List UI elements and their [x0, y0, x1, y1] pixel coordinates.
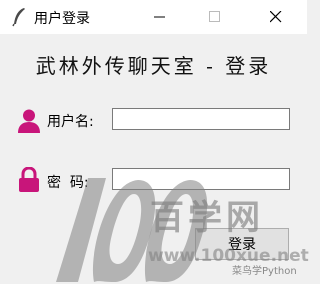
password-field[interactable] — [112, 168, 290, 190]
title-bar[interactable]: 用户登录 — [0, 0, 307, 34]
lock-icon — [18, 166, 40, 193]
page-title: 武林外传聊天室 - 登录 — [35, 54, 272, 78]
login-button[interactable]: 登录 — [195, 228, 289, 260]
feather-icon — [11, 7, 27, 27]
window-title: 用户登录 — [34, 11, 90, 27]
minimize-button[interactable] — [137, 0, 183, 34]
close-button[interactable] — [253, 0, 299, 34]
watermark-credit: 菜鸟学Python — [232, 266, 297, 277]
password-label: 密 码: — [47, 175, 89, 191]
username-field[interactable] — [112, 108, 290, 130]
maximize-button[interactable] — [192, 0, 238, 34]
user-icon — [16, 108, 42, 134]
maximize-icon — [209, 11, 220, 22]
username-label: 用户名: — [47, 114, 94, 130]
minimize-icon — [154, 16, 165, 18]
close-icon — [270, 11, 282, 23]
